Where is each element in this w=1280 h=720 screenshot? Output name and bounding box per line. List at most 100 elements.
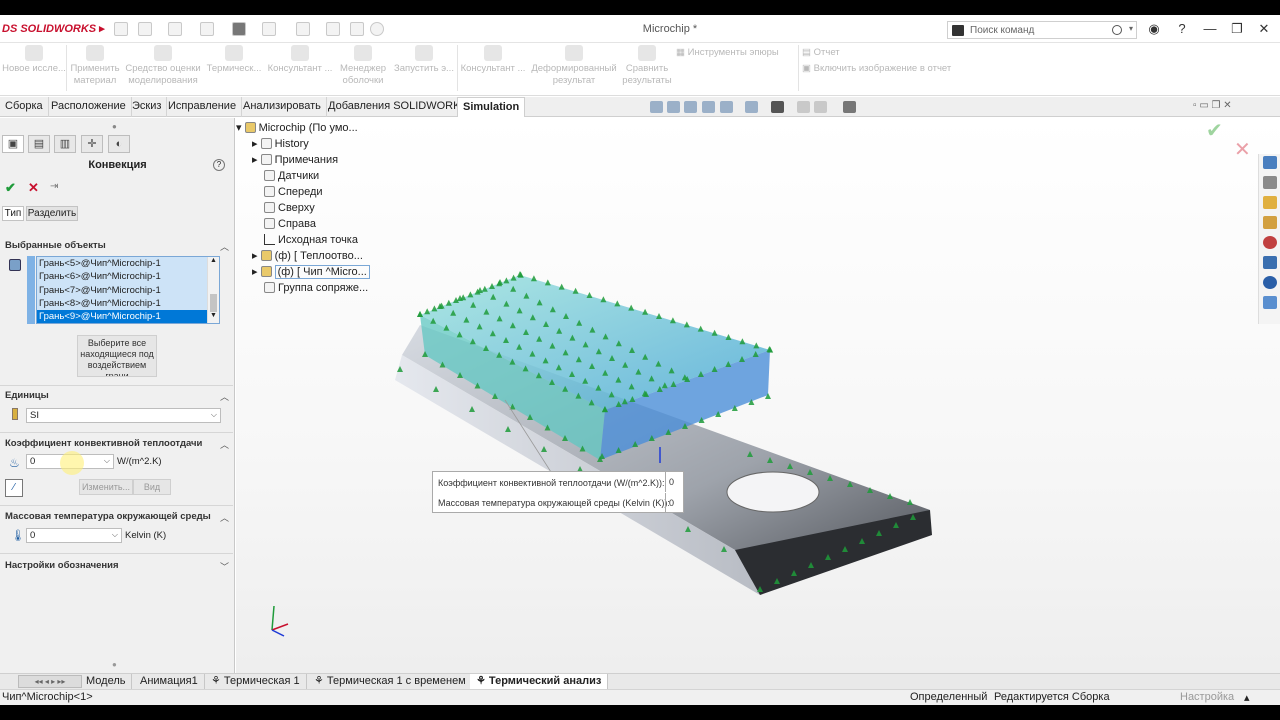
tab-thermal-analysis[interactable]: ⚘ Термический анализ: [470, 674, 609, 690]
faces-list[interactable]: Грань<5>@Чип^Microchip-1 Грань<6>@Чип^Mi…: [36, 256, 220, 324]
cancel-icon[interactable]: ✕: [28, 180, 39, 196]
section-view-icon[interactable]: [702, 101, 715, 113]
tab-0[interactable]: Сборка: [0, 97, 49, 117]
tab-3[interactable]: Исправление: [163, 97, 243, 117]
units-select[interactable]: SI ⌵: [26, 408, 221, 423]
dimxpert-tab[interactable]: ✛: [81, 135, 103, 153]
property-tab[interactable]: ▤: [28, 135, 50, 153]
sim-evaluator-button[interactable]: Средство оценки моделирования: [124, 45, 202, 87]
solidworks-logo[interactable]: DS SOLIDWORKS ▸: [2, 22, 105, 35]
coef-header[interactable]: Коэффициент конвективной теплоотдачи: [5, 438, 202, 449]
run-button[interactable]: Запустить э...: [392, 45, 456, 75]
forum-icon[interactable]: [1263, 276, 1277, 289]
home-icon[interactable]: [114, 22, 128, 36]
minimize-icon[interactable]: —: [1202, 21, 1218, 37]
zoom-area-icon[interactable]: [667, 101, 680, 113]
design-library-icon[interactable]: [1263, 196, 1277, 209]
viewport-controls[interactable]: ▫ ▭ ❐ ✕: [1193, 100, 1232, 111]
tab-1[interactable]: Расположение: [46, 97, 132, 117]
shell-manager-button[interactable]: Менеджер оболочки: [336, 45, 390, 87]
tab-5[interactable]: Добавления SOLIDWORKS: [323, 97, 474, 117]
view-orientation-icon[interactable]: [745, 101, 758, 113]
display-settings-icon[interactable]: [843, 101, 856, 113]
tab-animation[interactable]: Анимация1: [134, 674, 205, 690]
report-button[interactable]: ▤ Отчет: [802, 47, 892, 59]
collapse-icon[interactable]: ︿: [220, 511, 229, 524]
temp-header[interactable]: Массовая температура окружающей среды: [5, 511, 211, 522]
tree-item-front[interactable]: Спереди: [236, 184, 436, 200]
apply-material-button[interactable]: Применить материал: [68, 45, 122, 87]
file-props-icon[interactable]: [350, 22, 364, 36]
select-icon[interactable]: [296, 22, 310, 36]
deformed-result-button[interactable]: Деформированный результат: [528, 45, 620, 87]
compare-results-button[interactable]: Сравнить результаты: [620, 45, 674, 87]
confirm-ok-icon[interactable]: ✔: [1206, 118, 1223, 143]
open-icon[interactable]: [168, 22, 182, 36]
tree-root[interactable]: ▾ Microchip (По умо...: [236, 120, 436, 136]
results-advisor-button[interactable]: Консультант ...: [460, 45, 526, 75]
file-explorer-icon[interactable]: [1263, 216, 1277, 229]
close-icon[interactable]: ✕: [1256, 21, 1272, 37]
tree-item-right[interactable]: Справа: [236, 216, 436, 232]
graph-icon[interactable]: ⁄: [5, 479, 23, 497]
list-item[interactable]: Грань<7>@Чип^Microchip-1: [37, 283, 219, 297]
custom-props-icon[interactable]: [1263, 256, 1277, 269]
expand-icon[interactable]: ﹀: [220, 560, 229, 573]
collapse-icon[interactable]: ︿: [220, 240, 229, 253]
resources-icon[interactable]: [1263, 176, 1277, 189]
include-image-button[interactable]: ▣ Включить изображение в отчет: [802, 63, 972, 75]
save-icon[interactable]: [200, 22, 214, 36]
search-input[interactable]: Поиск команд ▾: [947, 21, 1137, 39]
new-doc-icon[interactable]: [138, 22, 152, 36]
print-icon[interactable]: [232, 22, 246, 36]
tab-model[interactable]: Модель: [80, 674, 133, 690]
plot-tools-button[interactable]: ▦ Инструменты эпюры: [676, 47, 796, 59]
list-item[interactable]: Грань<9>@Чип^Microchip-1: [37, 310, 219, 324]
status-settings[interactable]: Настройка: [1180, 691, 1234, 703]
pin-icon[interactable]: ⇥: [50, 181, 58, 192]
ok-icon[interactable]: ✔: [5, 180, 16, 196]
display-style-icon[interactable]: [771, 101, 784, 113]
list-item[interactable]: Грань<6>@Чип^Microchip-1: [37, 270, 219, 284]
tab-4[interactable]: Анализировать: [238, 97, 327, 117]
units-icon[interactable]: ▴: [1244, 691, 1250, 704]
list-item[interactable]: Грань<8>@Чип^Microchip-1: [37, 296, 219, 311]
edit-button[interactable]: Изменить...: [79, 479, 133, 495]
model-view[interactable]: [380, 245, 950, 605]
advisor-button[interactable]: Консультант ...: [266, 45, 334, 75]
split-tab[interactable]: Разделить: [26, 206, 78, 221]
tab-2[interactable]: Эскиз: [127, 97, 168, 117]
temp-input[interactable]: 0 ⌵: [26, 528, 122, 543]
prev-view-icon[interactable]: [684, 101, 697, 113]
hide-show-icon[interactable]: [797, 101, 810, 113]
tree-item-sensors[interactable]: Датчики: [236, 168, 436, 184]
help-icon[interactable]: ?: [213, 159, 225, 171]
user-icon[interactable]: ◉: [1146, 21, 1162, 37]
tab-thermal-time[interactable]: ⚘ Термическая 1 с временем: [308, 674, 473, 690]
appearances-icon[interactable]: [1263, 236, 1277, 249]
chip-block[interactable]: [420, 275, 770, 460]
config-tab[interactable]: ▥: [54, 135, 76, 153]
gear-icon[interactable]: [370, 22, 384, 36]
help-icon[interactable]: ?: [1174, 21, 1190, 37]
restore-icon[interactable]: ❐: [1229, 21, 1245, 37]
selected-objects-header[interactable]: Выбранные объекты: [5, 240, 106, 251]
thermal-button[interactable]: Термическ...: [204, 45, 264, 75]
tree-item-history[interactable]: ▸ History: [236, 136, 436, 152]
feature-tree-tab[interactable]: ▣: [2, 135, 24, 153]
select-all-faces-button[interactable]: Выберите все находящиеся под воздействие…: [77, 335, 157, 377]
tab-scroll-buttons[interactable]: ◂◂ ◂ ▸ ▸▸: [18, 675, 82, 688]
display-tab[interactable]: ◐: [108, 135, 130, 153]
rebuild-icon[interactable]: [326, 22, 340, 36]
zoom-fit-icon[interactable]: [650, 101, 663, 113]
appearance-icon[interactable]: [814, 101, 827, 113]
chat-icon[interactable]: [1263, 296, 1277, 309]
list-scrollbar[interactable]: ▲ ▼: [207, 257, 219, 323]
tab-6[interactable]: Simulation: [457, 97, 526, 117]
dynamic-annot-icon[interactable]: [720, 101, 733, 113]
units-header[interactable]: Единицы: [5, 390, 49, 401]
tab-thermal-1[interactable]: ⚘ Термическая 1: [205, 674, 307, 690]
splitter-dot[interactable]: ●: [112, 660, 117, 669]
search-icon[interactable]: [1112, 25, 1122, 35]
list-item[interactable]: Грань<5>@Чип^Microchip-1: [37, 257, 219, 271]
